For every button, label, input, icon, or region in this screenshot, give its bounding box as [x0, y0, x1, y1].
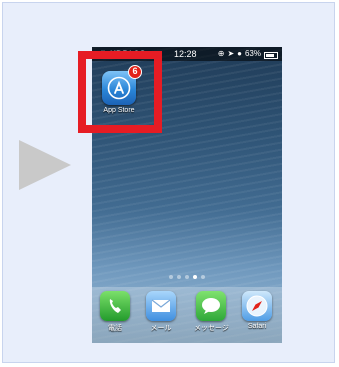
instruction-panel: ail. KDDI 3G 12:28 ⊕ ➤ ● 63% 6 App Store [2, 2, 335, 363]
next-step-arrow-icon [19, 140, 71, 190]
page-dot [185, 275, 189, 279]
page-dot [177, 275, 181, 279]
page-indicator [92, 275, 282, 281]
dock-app-mail[interactable]: メール [144, 291, 178, 333]
mail-icon [146, 291, 176, 321]
dock-app-safari[interactable]: Safari [240, 291, 274, 330]
dock-app-phone[interactable]: 電話 [98, 291, 132, 333]
phone-icon [100, 291, 130, 321]
dock-label: メール [150, 325, 172, 332]
messages-icon [196, 291, 226, 321]
dock-label: メッセージ [194, 325, 229, 332]
safari-icon [242, 291, 272, 321]
page-dot-current [193, 275, 197, 279]
page-dot [201, 275, 205, 279]
highlight-frame [78, 51, 162, 133]
dock: 電話 メール メッセージ Safari [92, 287, 282, 343]
battery-icon [264, 52, 278, 59]
dock-app-messages[interactable]: メッセージ [194, 291, 229, 333]
status-time: 12:28 [174, 49, 197, 59]
alarm-icon: ● [237, 49, 242, 58]
lock-rotation-icon: ⊕ [217, 49, 225, 58]
location-icon: ➤ [227, 49, 235, 58]
dock-label: Safari [247, 323, 267, 330]
dock-label: 電話 [108, 325, 122, 332]
page-dot [169, 275, 173, 279]
status-indicators: ⊕ ➤ ● 63% [218, 47, 278, 61]
battery-percent: 63% [244, 49, 261, 58]
